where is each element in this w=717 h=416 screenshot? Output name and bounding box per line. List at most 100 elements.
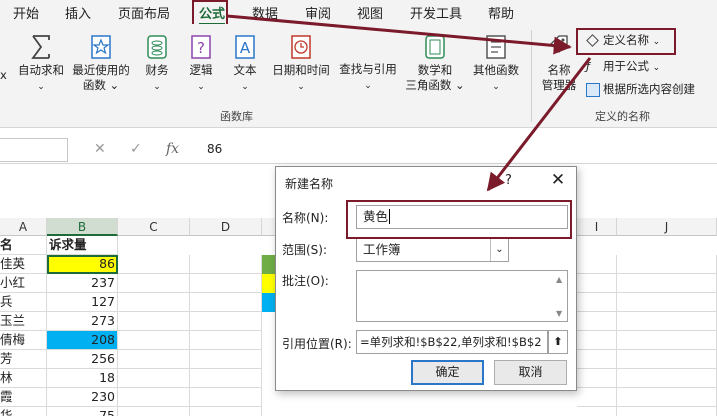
- cell-b[interactable]: 237: [47, 274, 118, 293]
- cell-b[interactable]: 256: [47, 350, 118, 369]
- cell-c[interactable]: [118, 312, 190, 331]
- cell-d[interactable]: [190, 350, 262, 369]
- cell-c[interactable]: [118, 274, 190, 293]
- cell-c[interactable]: [118, 293, 190, 312]
- enter-icon[interactable]: ✓: [130, 141, 142, 157]
- cell-a[interactable]: 玉兰: [0, 312, 47, 331]
- cell-b-header[interactable]: 诉求量: [47, 236, 118, 255]
- text-button[interactable]: A 文本 ⌄: [216, 34, 274, 95]
- tab-data[interactable]: 数据: [252, 3, 278, 22]
- use-in-formula-button[interactable]: ƒ 用于公式 ⌄: [586, 56, 660, 76]
- column-header-c[interactable]: C: [118, 218, 190, 236]
- tab-help[interactable]: 帮助: [488, 3, 514, 22]
- create-from-selection-button[interactable]: 根据所选内容创建: [586, 79, 695, 99]
- cell-d[interactable]: [190, 369, 262, 388]
- cell-c[interactable]: [118, 331, 190, 350]
- cancel-icon[interactable]: ✕: [94, 141, 106, 157]
- cell-a[interactable]: 倩梅: [0, 331, 47, 350]
- cell-j[interactable]: [617, 407, 717, 416]
- cell-j[interactable]: [617, 369, 717, 388]
- cell-b[interactable]: 230: [47, 388, 118, 407]
- date-time-button[interactable]: 日期和时间 ⌄: [268, 34, 334, 95]
- cell-a[interactable]: 佳英: [0, 255, 47, 274]
- cell-d[interactable]: [190, 255, 262, 274]
- cell-b[interactable]: 273: [47, 312, 118, 331]
- tab-insert[interactable]: 插入: [65, 3, 91, 22]
- chevron-down-icon[interactable]: ⌄: [490, 239, 508, 261]
- cell-b[interactable]: 208: [47, 331, 118, 350]
- column-header-d[interactable]: D: [190, 218, 262, 236]
- cell-a[interactable]: 兵: [0, 293, 47, 312]
- cell-j[interactable]: [617, 293, 717, 312]
- tab-page-layout[interactable]: 页面布局: [118, 3, 170, 22]
- column-header-a[interactable]: A: [0, 218, 47, 236]
- cell-d[interactable]: [190, 331, 262, 350]
- name-box[interactable]: [0, 138, 68, 162]
- cancel-button[interactable]: 取消: [494, 360, 567, 385]
- cell-c[interactable]: [118, 350, 190, 369]
- tab-review[interactable]: 审阅: [305, 3, 331, 22]
- name-field-label: 名称(N):: [282, 211, 329, 225]
- cell-j[interactable]: [617, 350, 717, 369]
- cell-d[interactable]: [190, 407, 262, 416]
- cell-c[interactable]: [118, 255, 190, 274]
- cell-a-header[interactable]: 名: [0, 236, 47, 255]
- math-trig-button[interactable]: 数学和 三角函数 ⌄: [404, 34, 466, 93]
- cell-i[interactable]: [577, 312, 617, 331]
- cell-b[interactable]: 86: [47, 255, 118, 274]
- cell-j[interactable]: [617, 274, 717, 293]
- cell-i[interactable]: [577, 255, 617, 274]
- cell-a[interactable]: 芳: [0, 350, 47, 369]
- tab-view[interactable]: 视图: [357, 3, 383, 22]
- scroll-down-arrow[interactable]: ▼: [556, 309, 562, 318]
- close-icon[interactable]: ✕: [547, 170, 569, 190]
- collapse-dialog-icon[interactable]: ⬆: [548, 330, 568, 354]
- cell-d[interactable]: [190, 293, 262, 312]
- cell-b[interactable]: 75: [47, 407, 118, 416]
- cell-a[interactable]: 华: [0, 407, 47, 416]
- scope-label: 范围(S):: [282, 243, 328, 257]
- refers-to-field[interactable]: =单列求和!$B$22,单列求和!$B$2: [356, 330, 548, 354]
- cell-d[interactable]: [190, 388, 262, 407]
- column-header-j[interactable]: J: [617, 218, 717, 236]
- help-icon[interactable]: ?: [505, 173, 512, 188]
- autosum-button[interactable]: 自动求和 ⌄: [12, 34, 70, 95]
- cell-c[interactable]: [118, 369, 190, 388]
- cell-c[interactable]: [118, 388, 190, 407]
- cell-a[interactable]: 霞: [0, 388, 47, 407]
- comment-field[interactable]: [356, 270, 568, 322]
- cell-b[interactable]: 18: [47, 369, 118, 388]
- cell-d[interactable]: [190, 274, 262, 293]
- cell-j[interactable]: [617, 331, 717, 350]
- cell-a[interactable]: 小红: [0, 274, 47, 293]
- cell-d[interactable]: [190, 312, 262, 331]
- more-functions-book-icon: [486, 35, 506, 59]
- cell-i[interactable]: [577, 350, 617, 369]
- scope-select[interactable]: 工作簿: [356, 238, 509, 262]
- tab-home[interactable]: 开始: [13, 3, 39, 22]
- cell-i[interactable]: [577, 274, 617, 293]
- cell-j[interactable]: [617, 388, 717, 407]
- insert-function-icon[interactable]: fx: [166, 141, 179, 157]
- formula-value[interactable]: 86: [207, 142, 222, 156]
- column-header-b[interactable]: B: [47, 218, 118, 236]
- more-functions-button[interactable]: 其他函数 ⌄: [466, 34, 526, 95]
- scroll-up-arrow[interactable]: ▲: [556, 275, 562, 284]
- cell-i[interactable]: [577, 293, 617, 312]
- cell-a[interactable]: 林: [0, 369, 47, 388]
- cell-j[interactable]: [617, 312, 717, 331]
- cell-b[interactable]: 127: [47, 293, 118, 312]
- ok-button[interactable]: 确定: [411, 360, 484, 385]
- recent-functions-button[interactable]: 最近使用的 函数 ⌄: [72, 34, 130, 93]
- column-header-e[interactable]: [262, 218, 276, 236]
- cell-i[interactable]: [577, 388, 617, 407]
- cell-i[interactable]: [577, 331, 617, 350]
- cell-c[interactable]: [118, 407, 190, 416]
- defined-names-group-label: 定义的名称: [595, 110, 650, 123]
- cell-j[interactable]: [617, 255, 717, 274]
- tab-developer[interactable]: 开发工具: [410, 3, 462, 22]
- lookup-reference-button[interactable]: 查找与引用 ⌄: [335, 62, 401, 94]
- cell-i[interactable]: [577, 369, 617, 388]
- column-header-i[interactable]: I: [577, 218, 617, 236]
- cell-i[interactable]: [577, 407, 617, 416]
